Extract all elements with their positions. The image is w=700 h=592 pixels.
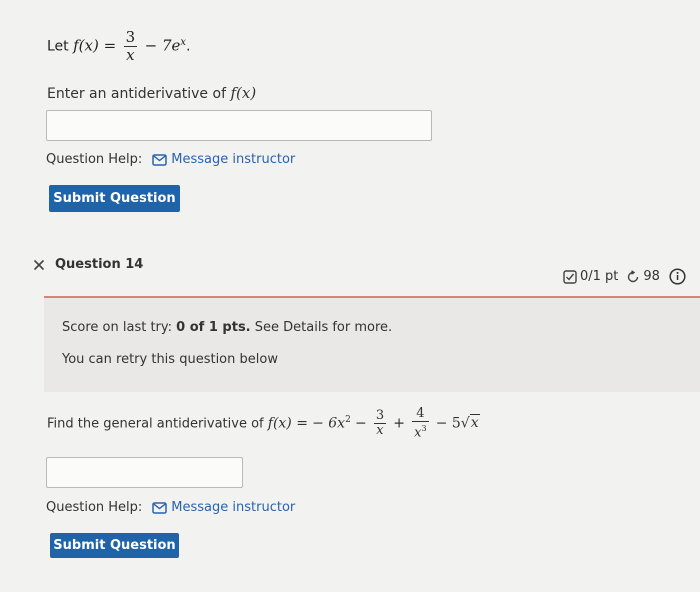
q14-term1-exp: 2 [345,415,351,425]
q13-fraction: 3 x [123,28,138,65]
q14-help-row: Question Help: Message instructor [46,500,295,515]
q14-f-label: f(x) = [267,415,308,432]
q14-fraction-1: 3 x [373,408,387,439]
q14-header: Question 14 [33,257,143,272]
q14-fraction-2: 4 x3 [412,407,429,440]
x-mark-icon [33,259,45,270]
q14-message-label: Message instructor [171,500,296,515]
q13-let-text: Let [47,38,69,55]
q13-frac-den: x [126,46,135,65]
q14-frac1-num: 3 [373,408,387,425]
q14-feedback-post: See Details for more. [254,320,393,335]
q14-submit-button[interactable]: Submit Question [50,533,179,558]
q14-minus1: − [354,415,367,432]
q14-feedback-pre: Score on last try: [62,320,173,335]
q13-help-row: Question Help: Message instructor [46,152,295,167]
q13-message-link[interactable]: Message instructor [152,152,295,167]
q13-help-label: Question Help: [46,152,143,167]
q14-prompt-text: Find the general antiderivative of [47,416,264,432]
q14-score-area: 0/1 pt 98 [563,268,686,285]
envelope-icon [152,153,168,166]
q13-period: . [186,38,191,55]
q14-frac2-den-wrap: x3 [412,422,428,440]
q13-prompt-text: Enter an antiderivative of [47,86,226,102]
info-icon[interactable] [669,268,686,285]
q14-help-label: Question Help: [46,500,143,515]
q14-answer-input[interactable] [46,457,243,488]
q13-submit-button[interactable]: Submit Question [49,185,180,212]
q14-feedback-box: Score on last try: 0 of 1 pts. See Detai… [44,298,700,392]
q14-message-link[interactable]: Message instructor [152,500,295,515]
q13-message-label: Message instructor [171,152,296,167]
q14-score: 0/1 pt [580,269,619,284]
q13-f-label: f(x) = [73,36,117,55]
q14-plus: + [393,415,405,432]
q13-frac-num: 3 [123,28,138,48]
q13-prompt-f: f(x) [230,84,257,102]
q14-sqrt-arg: x [469,414,480,432]
q14-term1: − 6x [312,415,346,432]
q13-statement: Let f(x) = 3 x − 7e x. [47,26,190,64]
q14-sqrt: √x [460,414,480,432]
q13-answer-input[interactable] [46,110,432,141]
retry-icon [628,269,639,282]
q14-title: Question 14 [55,257,144,272]
envelope-icon [152,501,168,514]
checkbox-score-icon [563,269,577,284]
q14-term-last: − 5 [435,415,461,432]
q14-feedback-line2: You can retry this question below [62,352,278,367]
q14-frac2-den-exp: 3 [421,424,427,434]
q13-rest: − 7e [144,36,181,55]
q14-feedback-bold: 0 of 1 pts. [176,320,251,335]
q14-frac1-den: x [376,423,384,439]
q13-prompt: Enter an antiderivative of f(x) [47,84,256,102]
q14-statement: Find the general antiderivative of f(x) … [47,404,480,440]
q14-retries: 98 [643,269,660,284]
q14-frac2-num: 4 [412,407,429,423]
q14-feedback-line1: Score on last try: 0 of 1 pts. See Detai… [62,320,392,335]
